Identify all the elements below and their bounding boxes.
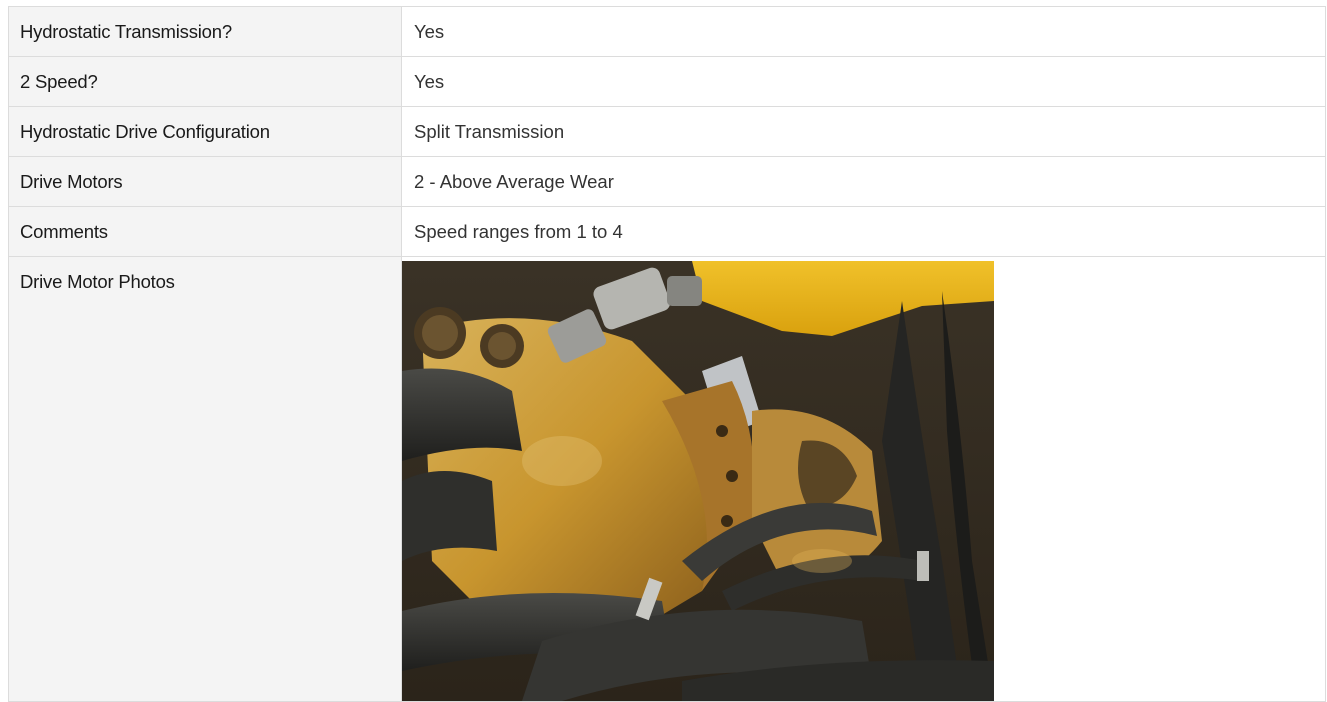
table-row: Hydrostatic Transmission? Yes (8, 6, 1326, 57)
table-row-photos: Drive Motor Photos (8, 256, 1326, 702)
row-label: Drive Motor Photos (8, 256, 402, 702)
row-label: Hydrostatic Drive Configuration (8, 106, 402, 157)
row-label: Drive Motors (8, 156, 402, 207)
row-value: Speed ranges from 1 to 4 (401, 206, 1326, 257)
table-row: Hydrostatic Drive Configuration Split Tr… (8, 106, 1326, 157)
row-label: Comments (8, 206, 402, 257)
row-value: Yes (401, 56, 1326, 107)
table-row: Comments Speed ranges from 1 to 4 (8, 206, 1326, 257)
drive-motor-photo[interactable] (402, 261, 994, 701)
row-value: 2 - Above Average Wear (401, 156, 1326, 207)
specification-table: Hydrostatic Transmission? Yes 2 Speed? Y… (8, 6, 1326, 702)
photo-cell (401, 256, 1326, 702)
row-value: Split Transmission (401, 106, 1326, 157)
row-label: 2 Speed? (8, 56, 402, 107)
table-row: Drive Motors 2 - Above Average Wear (8, 156, 1326, 207)
row-value: Yes (401, 6, 1326, 57)
row-label: Hydrostatic Transmission? (8, 6, 402, 57)
table-row: 2 Speed? Yes (8, 56, 1326, 107)
